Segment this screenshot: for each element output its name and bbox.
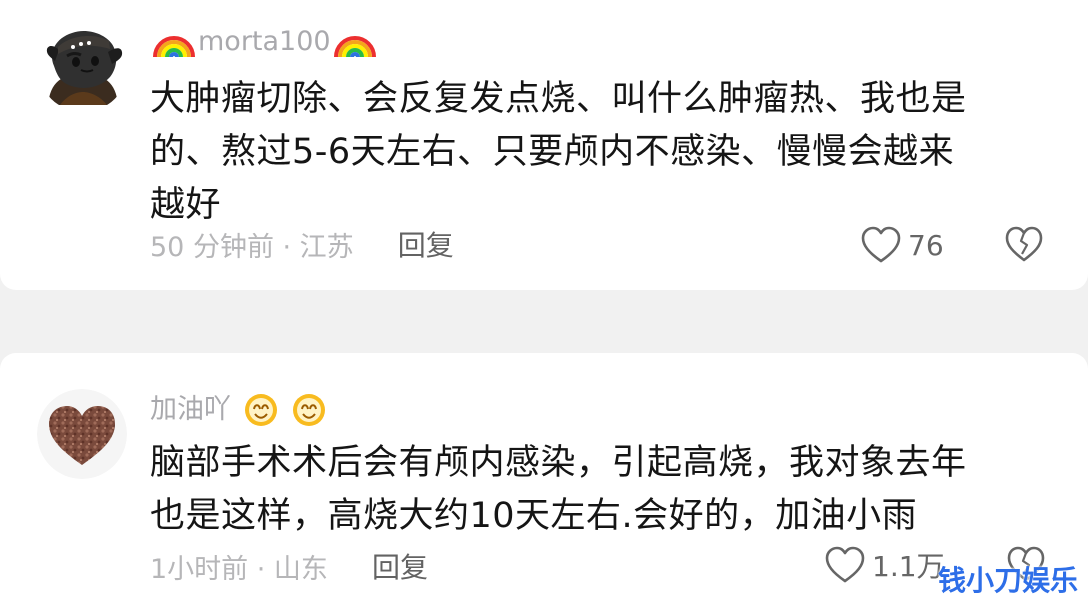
timestamp-location: 1小时前 · 山东 [150,553,328,585]
comment-line: 大肿瘤切除、会反复发点烧、叫什么肿瘤热、我也是 [150,79,967,119]
like-count: 1.1万 [872,550,945,583]
avatar[interactable] [37,389,127,479]
username-row: morta100 [150,22,379,62]
smile-icon [293,394,325,426]
like-button[interactable]: 1.1万 [824,542,945,588]
dark-character-avatar-icon [38,22,128,112]
comment-line: 脑部手术术后会有颅内感染，引起高烧，我对象去年 [150,443,967,483]
like-button[interactable]: 76 [860,222,944,268]
heart-beans-avatar-icon [37,389,127,479]
broken-heart-icon[interactable] [1004,225,1044,265]
watermark: 钱小刀娱乐 [937,564,1078,597]
username-row: 加油吖 [150,390,333,430]
reply-button[interactable]: 回复 [372,546,428,586]
comment-line: 的、熬过5-6天左右、只要颅内不感染、慢慢会越来 [150,132,955,172]
comments-screen: morta100 大肿瘤切除、会反复发点烧、叫什么肿瘤热、我也是 的、熬过5-6… [0,0,1088,610]
comment-text: 脑部手术术后会有颅内感染，引起高烧，我对象去年 也是这样，高烧大约10天左右.会… [150,437,1050,543]
rainbow-icon [153,36,195,58]
comment-text: 大肿瘤切除、会反复发点烧、叫什么肿瘤热、我也是 的、熬过5-6天左右、只要颅内不… [150,73,1050,232]
comment-meta: 50 分钟前 · 江苏 回复 [150,222,454,266]
username[interactable]: 加油吖 [150,390,231,430]
comment-meta: 1小时前 · 山东 回复 [150,544,428,588]
username[interactable]: morta100 [198,22,331,62]
rainbow-icon [333,36,376,58]
comment-line: 也是这样，高烧大约10天左右.会好的，加油小雨 [150,496,918,536]
avatar[interactable] [38,22,128,112]
reply-button[interactable]: 回复 [398,224,454,264]
heart-icon [861,226,901,263]
timestamp-location: 50 分钟前 · 江苏 [150,231,354,263]
smile-icon [245,394,277,426]
heart-icon [825,546,865,583]
like-count: 76 [908,228,944,262]
